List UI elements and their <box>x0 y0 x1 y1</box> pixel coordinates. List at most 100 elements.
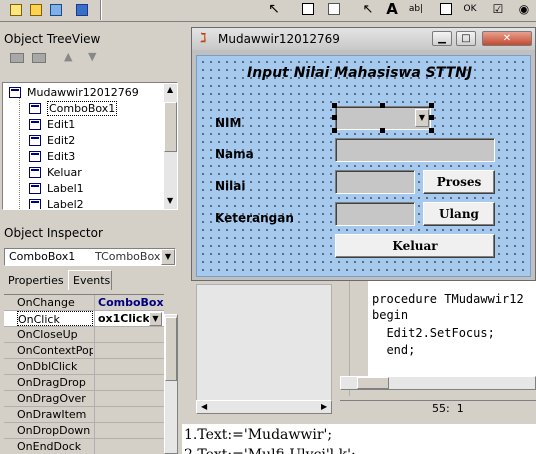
inspector-component-select[interactable]: ComboBox1 TComboBox ▼ <box>4 248 176 266</box>
pointer-icon[interactable]: ↖ <box>264 0 284 18</box>
scroll-left-icon[interactable]: ◀ <box>201 402 207 411</box>
selected-component-name: ComboBox1 <box>9 250 76 263</box>
scroll-thumb[interactable] <box>165 317 177 381</box>
selection-handle[interactable] <box>332 103 337 108</box>
tree-item-edit2[interactable]: Edit2 <box>29 133 76 149</box>
inspector-row-ondropdown[interactable]: OnDropDown <box>4 423 164 439</box>
event-value[interactable] <box>94 375 164 391</box>
inspector-row-ondblclick[interactable]: OnDblClick <box>4 359 164 375</box>
event-value[interactable]: ComboBox1 <box>94 295 164 311</box>
event-value[interactable] <box>94 407 164 423</box>
scroll-thumb[interactable] <box>357 377 389 389</box>
code-line: Edit2.SetFocus; <box>372 326 495 340</box>
inspector-row-onclosebup[interactable]: OnCloseUp <box>4 327 164 343</box>
tree-item-edit1[interactable]: Edit1 <box>29 117 75 133</box>
tree-item-root[interactable]: Mudawwir12012769 <box>9 85 139 101</box>
event-value[interactable] <box>94 359 164 375</box>
selection-handle[interactable] <box>332 128 337 133</box>
inspector-row-ondrawitem[interactable]: OnDrawItem <box>4 407 164 423</box>
inspector-row-ondragover[interactable]: OnDragOver <box>4 391 164 407</box>
selection-handle[interactable] <box>380 103 385 108</box>
toggle-form-icon[interactable] <box>72 1 92 19</box>
ulang-button[interactable]: Ulang <box>423 202 495 226</box>
tab-events[interactable]: Events <box>68 270 112 290</box>
proses-button[interactable]: Proses <box>423 170 495 194</box>
scroll-down-icon[interactable]: ▼ <box>167 196 173 205</box>
move-down-icon[interactable]: ▼ <box>88 50 96 63</box>
event-value[interactable] <box>94 343 164 359</box>
treeview-scrollbar[interactable]: ▲ ▼ <box>163 83 177 209</box>
form-titlebar[interactable]: ℷ Mudawwir12012769 ▁ □ ✕ <box>192 28 535 50</box>
tab-properties[interactable]: Properties <box>8 274 64 287</box>
component-palette: ↖ ↖ A ab| OK ☑ ◉ <box>258 0 536 22</box>
label-nama: Nama <box>215 147 254 161</box>
event-name: OnDragOver <box>17 392 86 405</box>
event-name: OnDblClick <box>17 360 78 373</box>
minimize-icon[interactable]: ▁ <box>432 31 452 46</box>
toolbar-separator <box>100 0 102 20</box>
radio-icon[interactable]: ◉ <box>514 0 534 18</box>
keterangan-field[interactable] <box>335 202 415 226</box>
save-all-icon[interactable] <box>46 1 66 19</box>
cursor-icon[interactable]: ↖ <box>358 0 378 18</box>
form-client-area[interactable]: Input Nilai Mahasiswa STTNJ NIM Nama Nil… <box>196 55 531 277</box>
frame-icon[interactable] <box>298 0 318 18</box>
new-form-icon[interactable] <box>6 1 26 19</box>
label-node-icon <box>29 199 41 209</box>
chevron-down-icon[interactable]: ▼ <box>415 109 429 127</box>
label-icon[interactable]: A <box>382 0 402 18</box>
nim-combobox[interactable]: ▼ <box>335 106 431 130</box>
scroll-up-icon[interactable]: ▲ <box>167 85 173 94</box>
editor-left-pane <box>196 284 332 414</box>
tree-item-edit3[interactable]: Edit3 <box>29 149 75 165</box>
tree-item-keluar[interactable]: Keluar <box>29 165 82 181</box>
inspector-row-ondragdrop[interactable]: OnDragDrop <box>4 375 164 391</box>
chevron-down-icon[interactable]: ▼ <box>161 249 175 265</box>
nama-field[interactable] <box>335 138 495 162</box>
inspector-row-onclick[interactable]: OnClick ox1Click ▼ <box>4 311 164 327</box>
open-project-icon[interactable] <box>26 1 46 19</box>
memo-icon[interactable] <box>436 0 456 18</box>
selection-handle[interactable] <box>380 128 385 133</box>
event-value[interactable] <box>94 391 164 407</box>
selection-handle[interactable] <box>429 115 434 120</box>
checkbox-icon[interactable]: ☑ <box>488 0 508 18</box>
delete-icon[interactable] <box>10 53 24 63</box>
scroll-thumb[interactable] <box>164 102 177 152</box>
tree-item-label: Edit2 <box>47 134 76 147</box>
tree-guide <box>19 97 20 209</box>
button-icon[interactable]: OK <box>460 0 480 18</box>
inspector-row-onenddock[interactable]: OnEndDock <box>4 439 164 454</box>
scroll-right-icon[interactable]: ▶ <box>321 402 327 411</box>
selection-handle[interactable] <box>429 128 434 133</box>
event-name: OnCloseUp <box>17 328 78 341</box>
keluar-button[interactable]: Keluar <box>335 234 495 258</box>
maximize-icon[interactable]: □ <box>456 31 476 46</box>
object-inspector-panel: Object Inspector ComboBox1 TComboBox ▼ P… <box>0 224 182 454</box>
chevron-down-icon[interactable]: ▼ <box>149 312 162 326</box>
mainmenu-icon[interactable] <box>324 0 344 18</box>
tree-item-label: Mudawwir12012769 <box>27 86 139 99</box>
event-value[interactable] <box>94 423 164 439</box>
close-icon[interactable]: ✕ <box>482 31 532 46</box>
nilai-field[interactable] <box>335 170 415 194</box>
selection-handle[interactable] <box>332 115 337 120</box>
event-value[interactable] <box>94 327 164 343</box>
delete-all-icon[interactable] <box>32 53 46 63</box>
event-value[interactable] <box>94 439 164 454</box>
inspector-grid: OnChange ComboBox1 OnClick ox1Click ▼ On… <box>4 294 164 454</box>
inspector-row-onchange[interactable]: OnChange ComboBox1 <box>4 295 164 311</box>
event-name: OnContextPopu <box>17 344 93 357</box>
left-hscrollbar[interactable]: ◀ ▶ <box>196 400 332 414</box>
selection-handle[interactable] <box>429 103 434 108</box>
selected-component-type: TComboBox <box>95 250 161 263</box>
editor-hscrollbar[interactable] <box>340 376 536 390</box>
tree-item-combobox1[interactable]: ComboBox1 <box>29 101 118 117</box>
move-up-icon[interactable]: ▲ <box>64 50 72 63</box>
inspector-row-oncontextpopup[interactable]: OnContextPopu <box>4 343 164 359</box>
edit-icon[interactable]: ab| <box>406 0 426 18</box>
tree-item-label2[interactable]: Label2 <box>29 197 84 209</box>
treeview-list[interactable]: Mudawwir12012769 ComboBox1 Edit1 Edit2 E… <box>2 82 178 210</box>
inspector-scrollbar[interactable] <box>164 314 178 454</box>
tree-item-label1[interactable]: Label1 <box>29 181 84 197</box>
